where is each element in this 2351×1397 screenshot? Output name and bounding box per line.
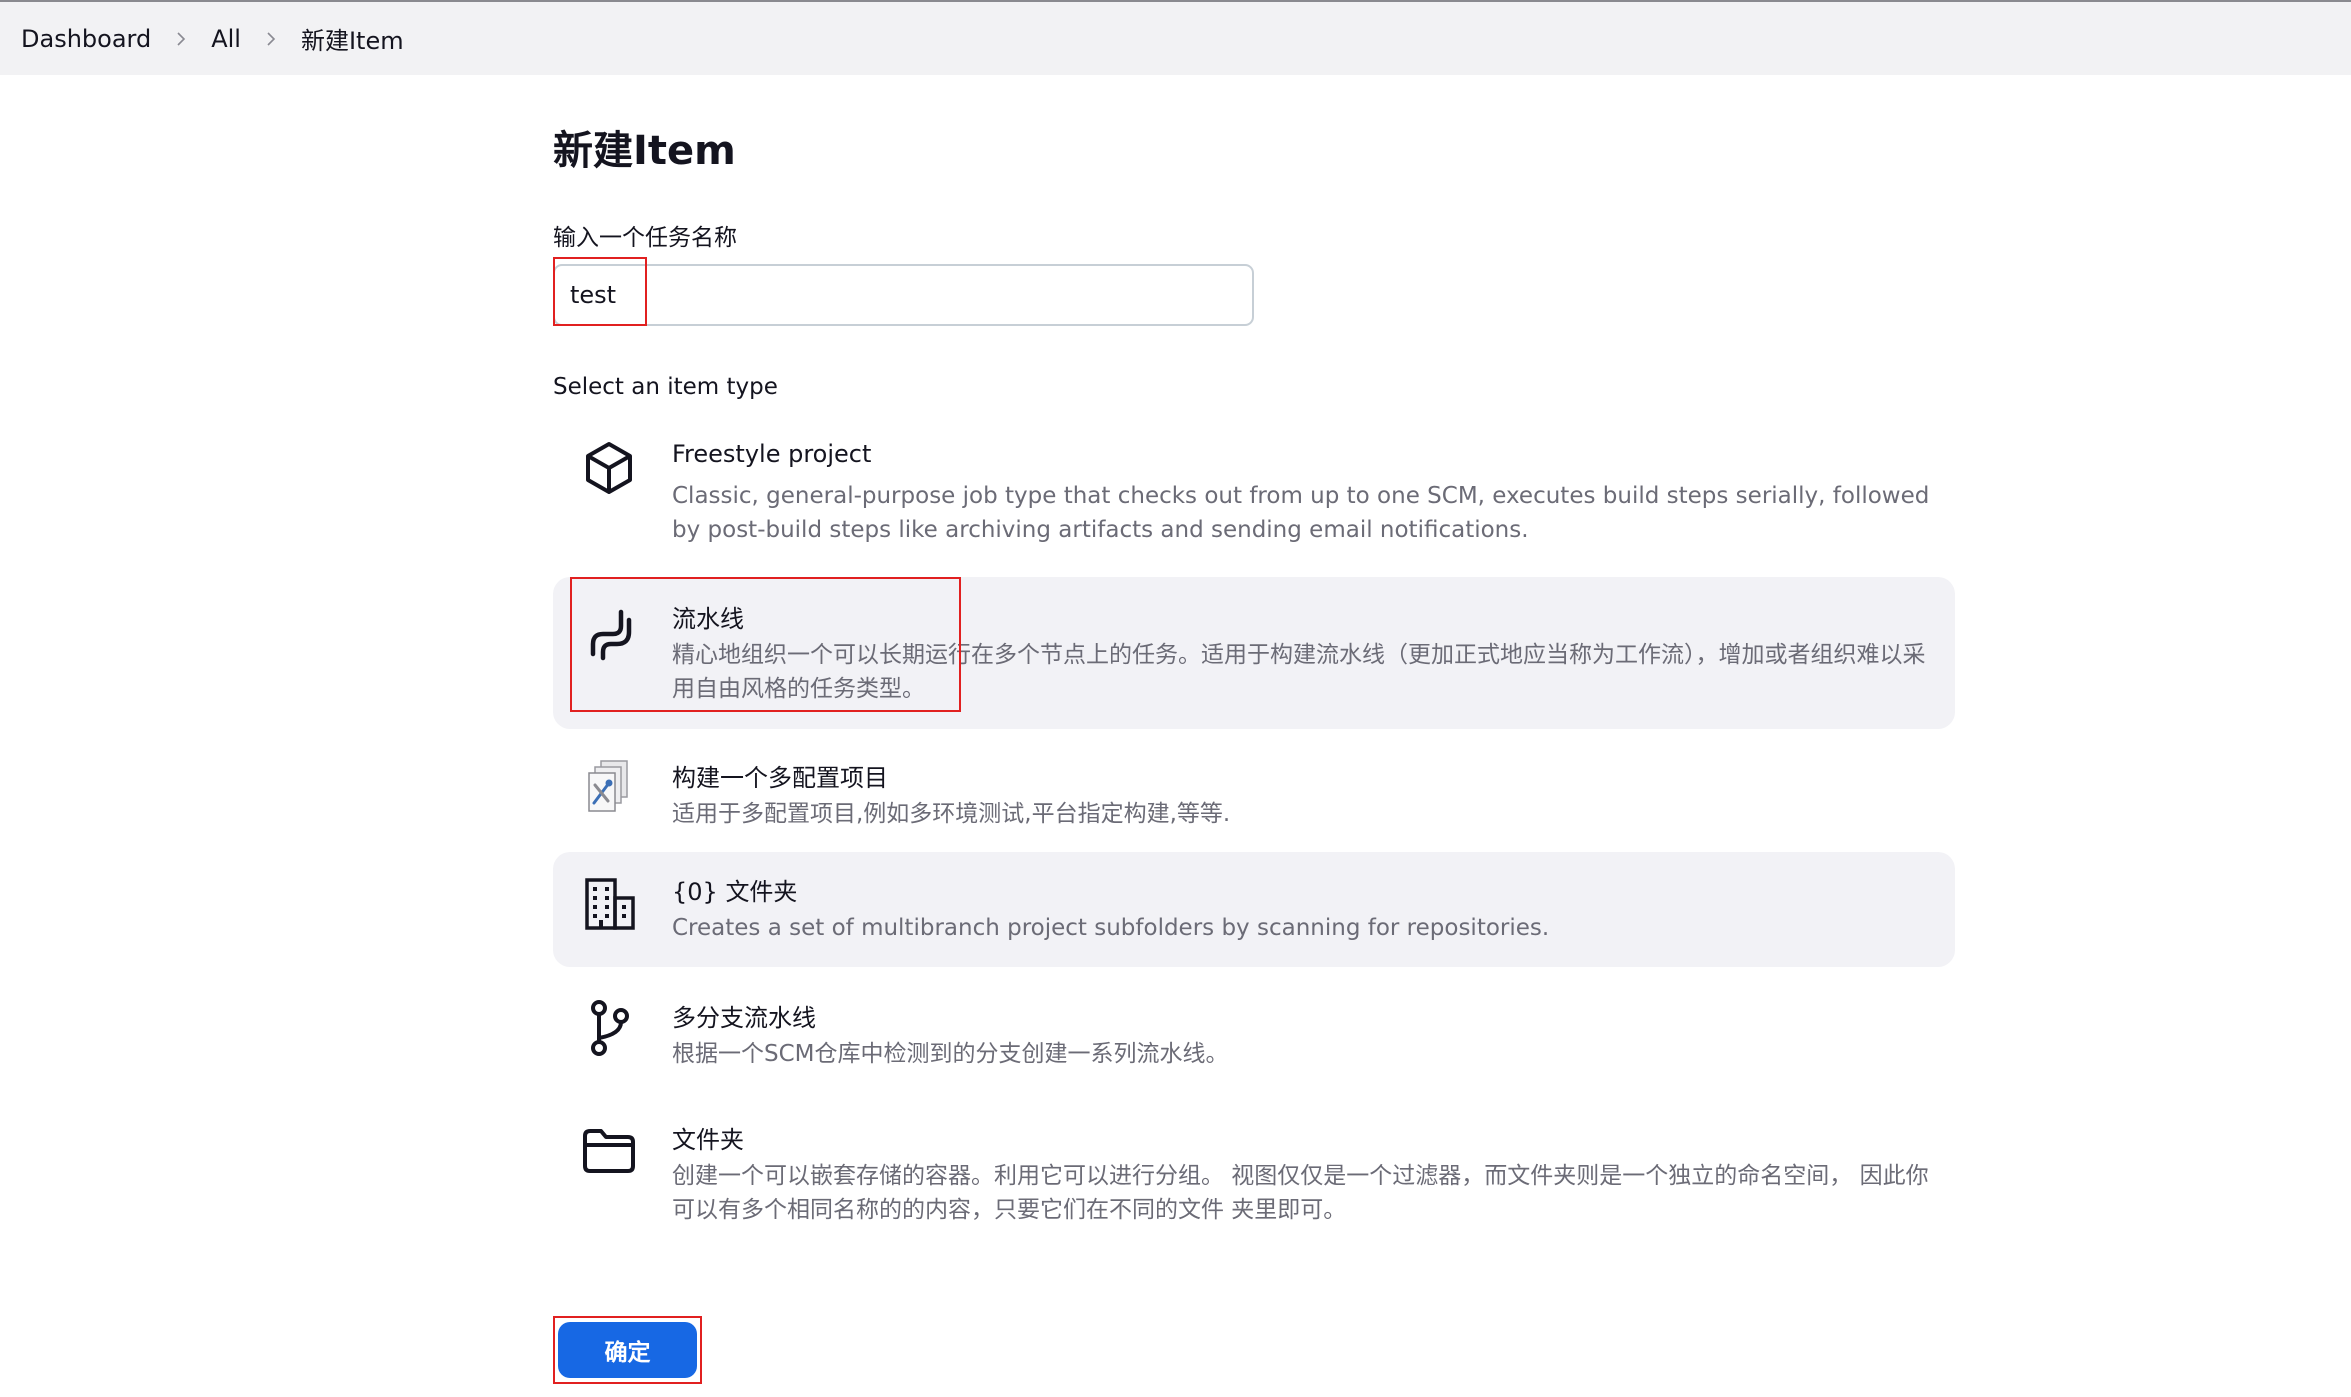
branch-icon xyxy=(579,998,639,1058)
item-type-pipeline[interactable]: 流水线 精心地组织一个可以长期运行在多个节点上的任务。适用于构建流水线（更加正式… xyxy=(553,577,1955,729)
item-type-multi-config[interactable]: 构建一个多配置项目 适用于多配置项目,例如多环境测试,平台指定构建,等等. xyxy=(553,743,1955,843)
item-type-name: 构建一个多配置项目 xyxy=(672,764,888,792)
building-icon xyxy=(579,874,639,934)
breadcrumb-new-item[interactable]: 新建Item xyxy=(301,21,404,56)
item-type-name: 流水线 xyxy=(672,605,744,633)
item-type-description: 适用于多配置项目,例如多环境测试,平台指定构建,等等. xyxy=(672,801,1231,827)
item-name-label: 输入一个任务名称 xyxy=(553,225,737,251)
ok-button[interactable]: 确定 xyxy=(558,1322,697,1378)
item-type-name: {0} 文件夹 xyxy=(672,878,798,906)
item-type-name: 多分支流水线 xyxy=(672,1004,816,1032)
item-type-folder[interactable]: 文件夹 创建一个可以嵌套存储的容器。利用它可以进行分组。 视图仅仅是一个过滤器，… xyxy=(553,1102,1955,1242)
item-type-description: 精心地组织一个可以长期运行在多个节点上的任务。适用于构建流水线（更加正式地应当称… xyxy=(672,642,1926,702)
breadcrumb-dashboard[interactable]: Dashboard xyxy=(21,25,151,53)
item-name-input[interactable] xyxy=(553,264,1254,326)
multi-config-icon xyxy=(579,757,639,817)
item-type-description: Classic, general-purpose job type that c… xyxy=(672,483,1930,543)
item-type-name: 文件夹 xyxy=(672,1126,744,1154)
item-type-description: Creates a set of multibranch project sub… xyxy=(672,915,1550,941)
item-type-description: 根据一个SCM仓库中检测到的分支创建一系列流水线。 xyxy=(672,1041,1229,1067)
folder-icon xyxy=(579,1120,639,1180)
chevron-right-icon xyxy=(151,31,211,47)
page-title: 新建Item xyxy=(553,128,736,174)
item-type-freestyle[interactable]: Freestyle project Classic, general-purpo… xyxy=(553,420,1955,554)
item-type-description: 创建一个可以嵌套存储的容器。利用它可以进行分组。 视图仅仅是一个过滤器，而文件夹… xyxy=(672,1163,1929,1223)
pipeline-icon xyxy=(579,604,639,664)
cube-icon xyxy=(579,438,639,498)
breadcrumb: Dashboard All 新建Item xyxy=(0,0,2351,75)
breadcrumb-all[interactable]: All xyxy=(211,25,241,53)
item-type-label: Select an item type xyxy=(553,374,778,400)
item-type-multibranch-pipeline[interactable]: 多分支流水线 根据一个SCM仓库中检测到的分支创建一系列流水线。 xyxy=(553,980,1955,1080)
chevron-right-icon xyxy=(241,31,301,47)
item-type-organization-folder[interactable]: {0} 文件夹 Creates a set of multibranch pro… xyxy=(553,852,1955,967)
item-type-name: Freestyle project xyxy=(672,440,872,468)
